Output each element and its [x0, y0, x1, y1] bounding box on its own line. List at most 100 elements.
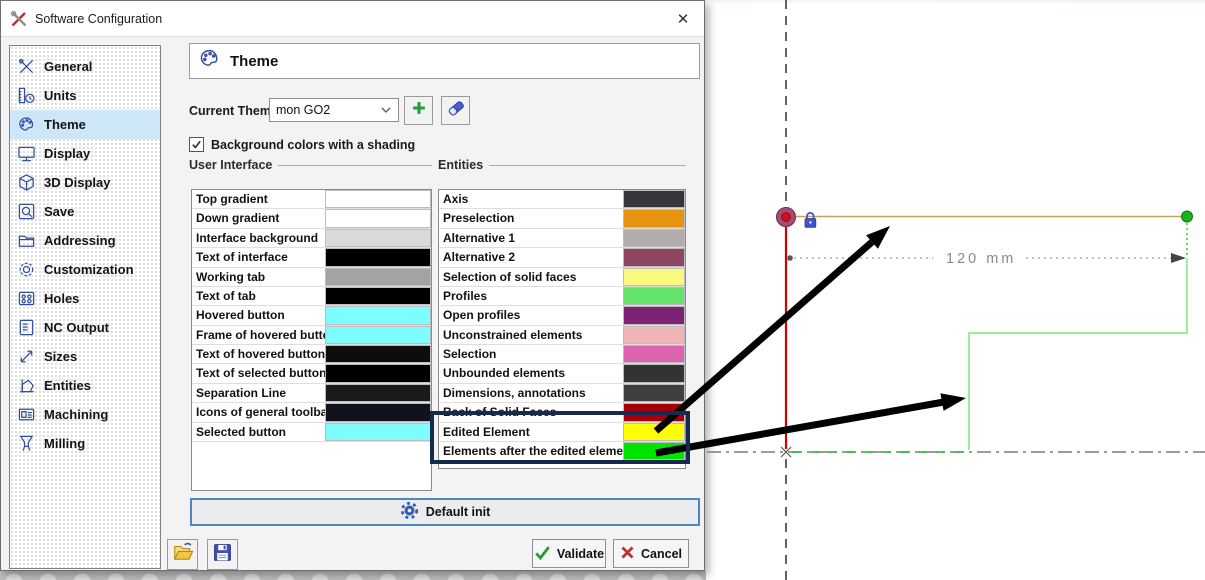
color-swatch[interactable] — [623, 306, 685, 324]
color-swatch[interactable] — [325, 384, 431, 402]
sidebar-item-addressing[interactable]: Addressing — [10, 226, 160, 255]
color-swatch[interactable] — [325, 403, 431, 421]
sidebar-item-customization[interactable]: Customization — [10, 255, 160, 284]
color-swatch[interactable] — [623, 268, 685, 286]
color-swatch[interactable] — [623, 248, 685, 266]
color-row-text-of-tab[interactable]: Text of tab — [192, 287, 431, 306]
open-file-button[interactable] — [167, 539, 198, 570]
background-shading-checkbox-row[interactable]: Background colors with a shading — [189, 137, 415, 152]
color-swatch[interactable] — [325, 248, 431, 266]
sidebar-item-save[interactable]: Save — [10, 197, 160, 226]
color-swatch[interactable] — [623, 345, 685, 363]
close-button[interactable]: ✕ — [668, 5, 698, 33]
lock-icon — [805, 213, 816, 227]
sidebar-item-machining[interactable]: Machining — [10, 400, 160, 429]
save-file-button[interactable] — [207, 539, 238, 570]
color-swatch[interactable] — [325, 364, 431, 382]
color-row-alternative-1[interactable]: Alternative 1 — [439, 229, 685, 248]
default-init-button[interactable]: Default init — [190, 498, 700, 526]
sidebar-item-label: Holes — [44, 291, 79, 306]
machining-icon — [16, 405, 36, 425]
color-swatch[interactable] — [623, 326, 685, 344]
chevron-down-icon — [381, 103, 391, 117]
sidebar-item-milling[interactable]: Milling — [10, 429, 160, 458]
color-row-separation-line[interactable]: Separation Line — [192, 384, 431, 403]
color-swatch[interactable] — [623, 403, 685, 421]
color-row-profiles[interactable]: Profiles — [439, 287, 685, 306]
background-shading-label: Background colors with a shading — [211, 138, 415, 152]
color-row-dimensions-annotations[interactable]: Dimensions, annotations — [439, 384, 685, 403]
sidebar-item-label: Machining — [44, 407, 108, 422]
color-row-text-of-hovered-button[interactable]: Text of hovered button — [192, 345, 431, 364]
sidebar-item-sizes[interactable]: Sizes — [10, 342, 160, 371]
color-row-selection[interactable]: Selection — [439, 345, 685, 364]
dimension-arrowhead — [1171, 253, 1186, 263]
color-row-text-of-interface[interactable]: Text of interface — [192, 248, 431, 267]
color-swatch[interactable] — [325, 306, 431, 324]
validate-button[interactable]: Validate — [532, 539, 606, 568]
group-user-interface: User Interface — [189, 158, 432, 172]
color-swatch[interactable] — [623, 190, 685, 208]
color-row-label: Elements after the edited element — [439, 442, 623, 460]
sidebar-item-display[interactable]: Display — [10, 139, 160, 168]
color-row-icons-of-general-toolbar[interactable]: Icons of general toolbar — [192, 403, 431, 422]
color-row-selection-of-solid-faces[interactable]: Selection of solid faces — [439, 268, 685, 287]
color-row-elements-after-the-edited-element[interactable]: Elements after the edited element — [439, 442, 685, 461]
color-row-unconstrained-elements[interactable]: Unconstrained elements — [439, 326, 685, 345]
color-swatch[interactable] — [623, 209, 685, 227]
color-row-label: Interface background — [192, 229, 325, 247]
titlebar[interactable]: Software Configuration — [1, 1, 704, 37]
color-row-alternative-2[interactable]: Alternative 2 — [439, 248, 685, 267]
add-theme-button[interactable] — [404, 96, 433, 125]
current-theme-select[interactable]: mon GO2 — [269, 98, 399, 122]
color-row-frame-of-hovered-button[interactable]: Frame of hovered button — [192, 326, 431, 345]
color-swatch[interactable] — [325, 229, 431, 247]
color-swatch[interactable] — [325, 190, 431, 208]
sidebar-item-theme[interactable]: Theme — [10, 110, 160, 139]
color-swatch[interactable] — [623, 229, 685, 247]
sidebar-item-nc-output[interactable]: NC Output — [10, 313, 160, 342]
color-row-open-profiles[interactable]: Open profiles — [439, 306, 685, 325]
sidebar-item-general[interactable]: General — [10, 52, 160, 81]
color-swatch[interactable] — [623, 442, 685, 460]
start-point-ring[interactable] — [777, 208, 796, 227]
sidebar-item-label: General — [44, 59, 92, 74]
start-point[interactable] — [782, 213, 791, 222]
color-row-top-gradient[interactable]: Top gradient — [192, 190, 431, 209]
color-swatch[interactable] — [325, 287, 431, 305]
user-interface-color-list: Top gradientDown gradientInterface backg… — [191, 189, 432, 491]
delete-theme-button[interactable] — [441, 96, 470, 125]
sidebar-item-entities[interactable]: Entities — [10, 371, 160, 400]
cancel-button[interactable]: Cancel — [613, 539, 689, 568]
color-swatch[interactable] — [623, 384, 685, 402]
color-row-text-of-selected-button[interactable]: Text of selected button — [192, 364, 431, 383]
color-row-down-gradient[interactable]: Down gradient — [192, 209, 431, 228]
color-swatch[interactable] — [623, 423, 685, 441]
color-swatch[interactable] — [325, 423, 431, 441]
color-swatch[interactable] — [325, 268, 431, 286]
elements-after-edited-profile[interactable] — [969, 258, 1187, 450]
color-row-edited-element[interactable]: Edited Element — [439, 423, 685, 442]
checkbox-checked-icon[interactable] — [189, 137, 204, 152]
color-row-back-of-solid-faces[interactable]: Back of Solid Faces — [439, 403, 685, 422]
color-swatch[interactable] — [623, 287, 685, 305]
general-icon — [16, 57, 36, 77]
sidebar-item-label: Milling — [44, 436, 85, 451]
color-row-working-tab[interactable]: Working tab — [192, 268, 431, 287]
color-swatch[interactable] — [325, 326, 431, 344]
app-tools-icon — [10, 10, 28, 28]
sidebar-item-units[interactable]: Units — [10, 81, 160, 110]
color-swatch[interactable] — [325, 345, 431, 363]
color-row-interface-background[interactable]: Interface background — [192, 229, 431, 248]
end-point[interactable] — [1182, 211, 1193, 222]
display3d-icon — [16, 173, 36, 193]
color-row-axis[interactable]: Axis — [439, 190, 685, 209]
color-row-selected-button[interactable]: Selected button — [192, 423, 431, 442]
sidebar-item-3d-display[interactable]: 3D Display — [10, 168, 160, 197]
sidebar-item-holes[interactable]: Holes — [10, 284, 160, 313]
color-swatch[interactable] — [325, 209, 431, 227]
color-row-preselection[interactable]: Preselection — [439, 209, 685, 228]
color-row-hovered-button[interactable]: Hovered button — [192, 306, 431, 325]
color-row-unbounded-elements[interactable]: Unbounded elements — [439, 364, 685, 383]
color-swatch[interactable] — [623, 364, 685, 382]
